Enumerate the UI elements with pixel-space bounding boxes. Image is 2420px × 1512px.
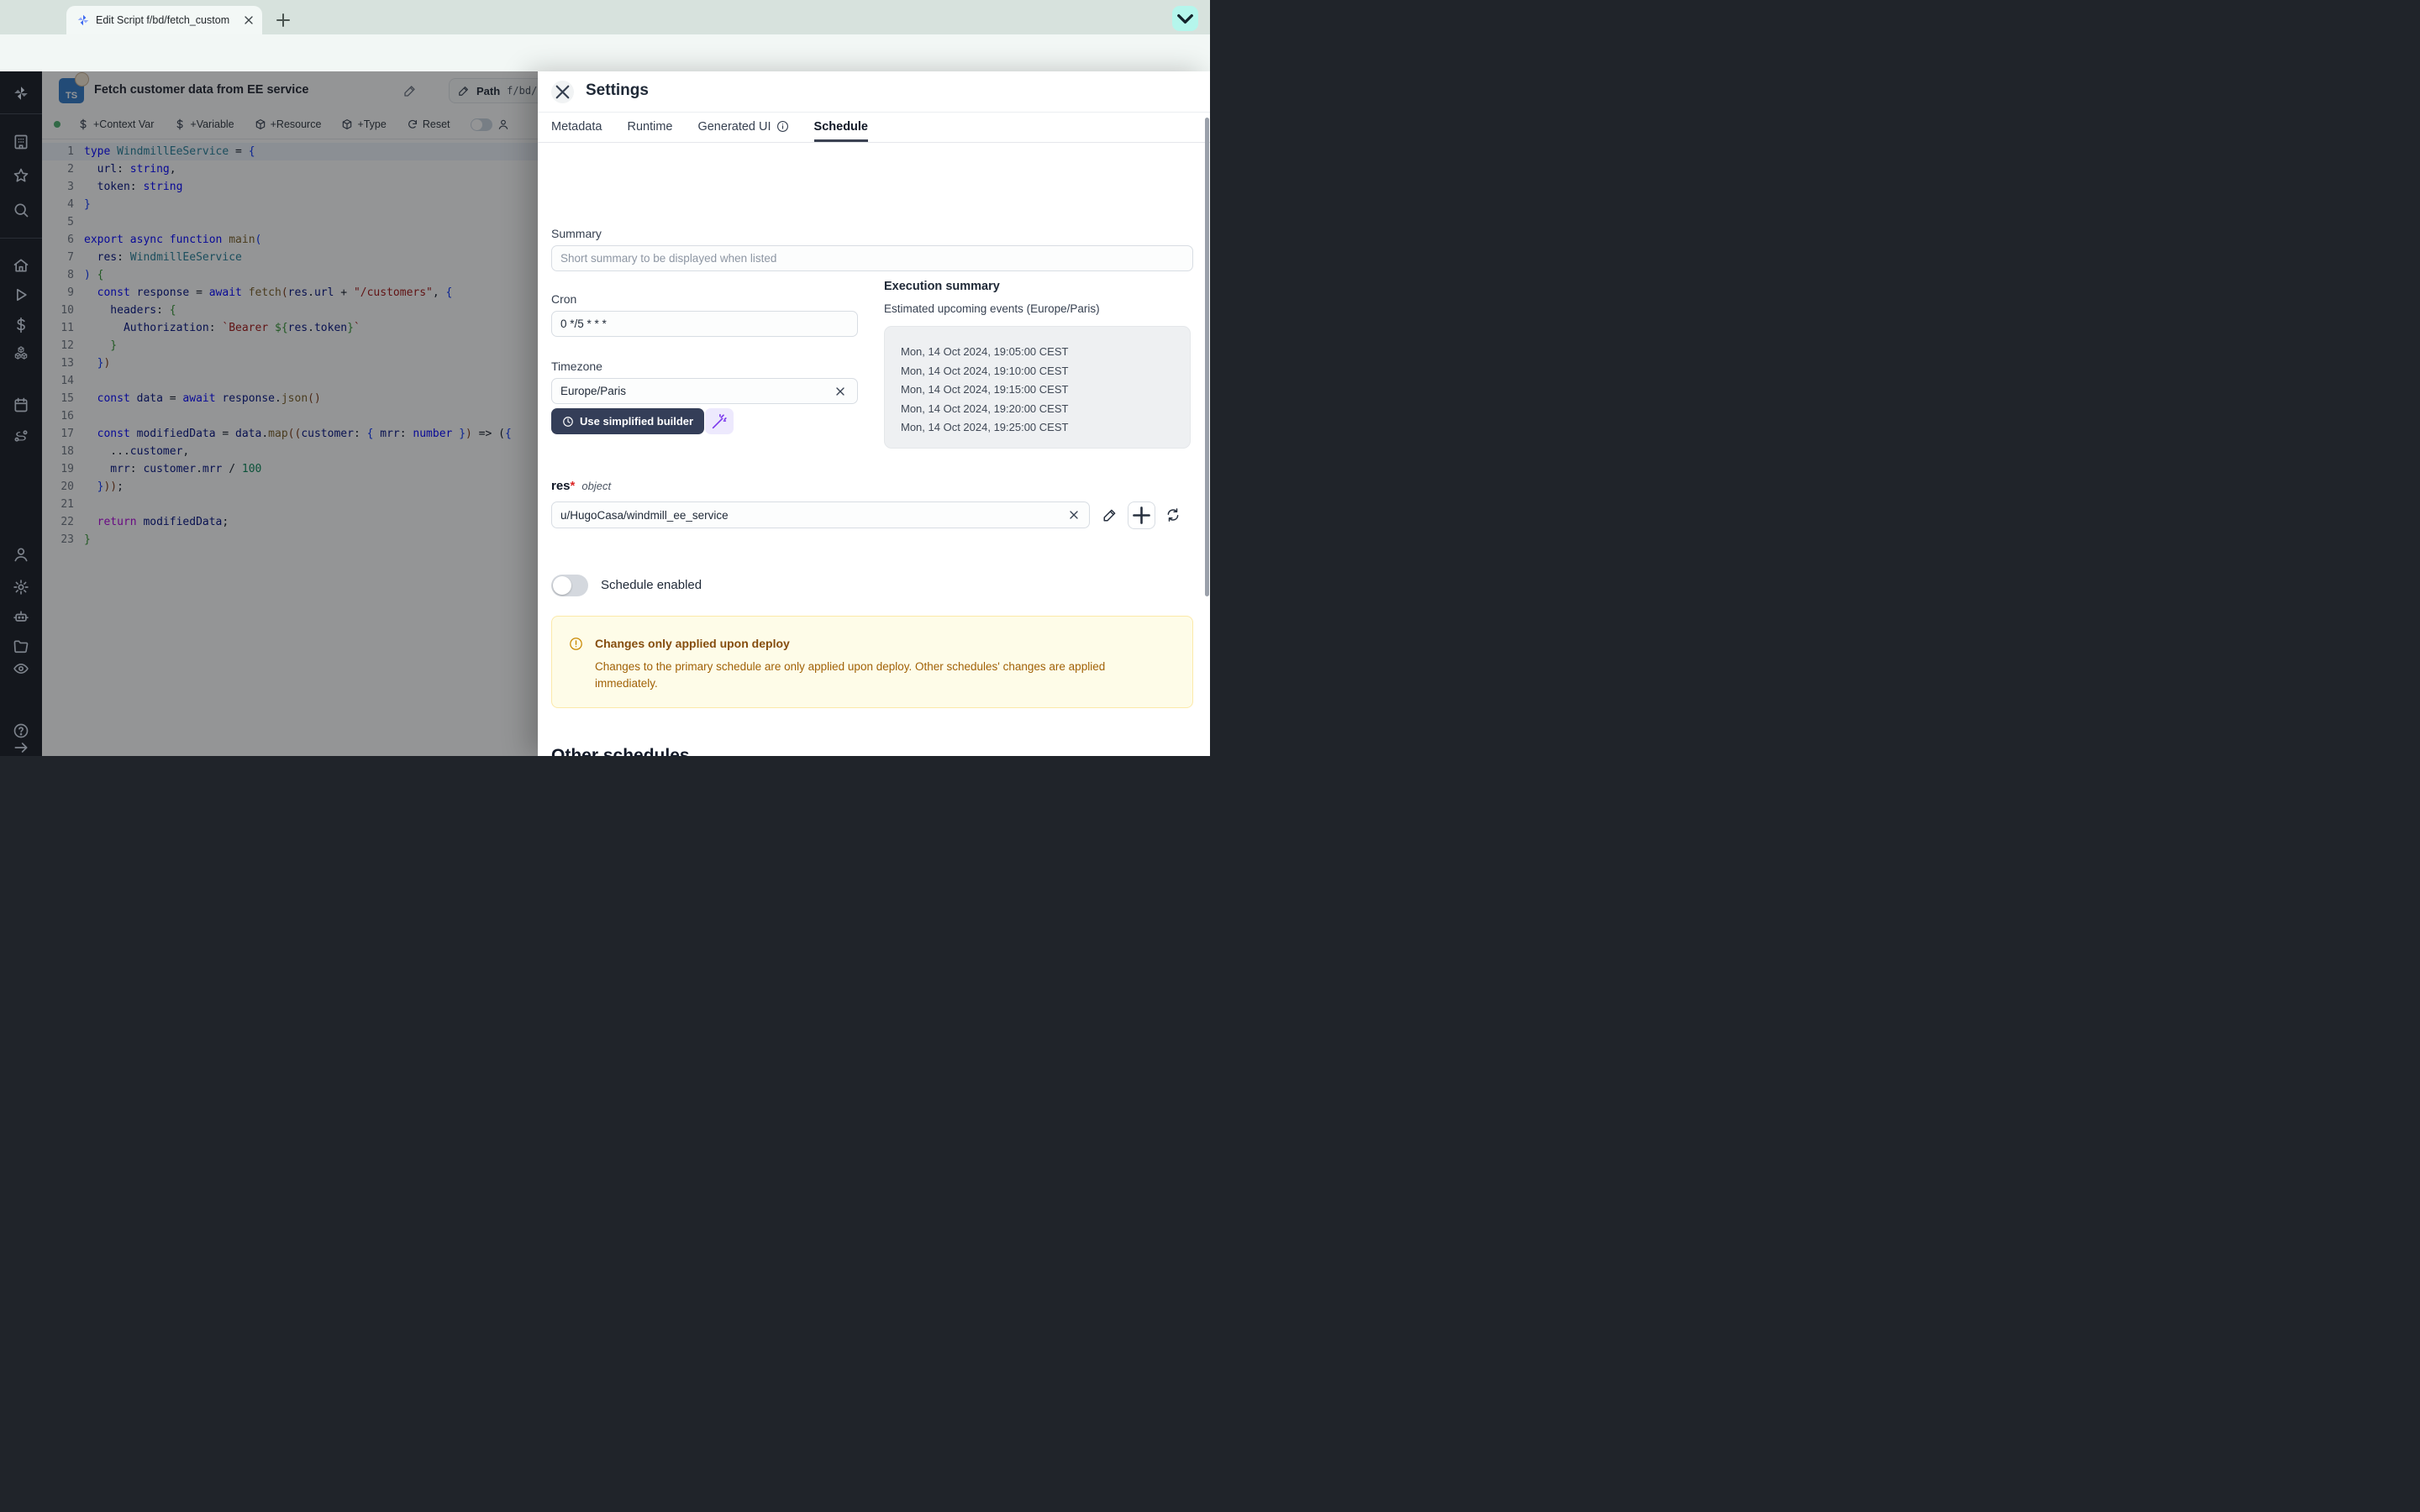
screen: Edit Script f/bd/fetch_custom app.windmi… <box>0 0 1210 756</box>
tab-label: Metadata <box>551 120 602 134</box>
plus-icon <box>1128 502 1155 528</box>
alert-circle-icon <box>569 637 583 651</box>
use-simplified-builder-button[interactable]: Use simplified builder <box>551 408 704 434</box>
upcoming-event: Mon, 14 Oct 2024, 19:10:00 CEST <box>901 362 1178 381</box>
add-resource-button[interactable] <box>1128 501 1155 529</box>
timezone-label: Timezone <box>551 360 602 373</box>
drawer-scrollbar[interactable] <box>1205 118 1209 596</box>
sidebar-folder-icon[interactable] <box>0 638 42 655</box>
settings-tabs: Metadata Runtime Generated UI Schedule <box>538 112 1210 143</box>
sidebar-calendar-icon[interactable] <box>0 396 42 413</box>
execution-summary-title: Execution summary <box>884 280 1000 293</box>
tab-label: Runtime <box>627 120 672 134</box>
deploy-warning-box: Changes only applied upon deploy Changes… <box>551 616 1193 708</box>
res-clear-icon[interactable] <box>1067 508 1081 522</box>
sidebar-eye-icon[interactable] <box>0 660 42 677</box>
chevron-down-icon <box>1172 6 1198 32</box>
warning-title: Changes only applied upon deploy <box>595 637 790 650</box>
tab-label: Generated UI <box>697 120 771 134</box>
edit-resource-pencil-icon[interactable] <box>1102 507 1118 522</box>
upcoming-event: Mon, 14 Oct 2024, 19:20:00 CEST <box>901 400 1178 419</box>
sidebar-divider <box>0 113 42 114</box>
clock-icon <box>562 416 574 428</box>
upcoming-event: Mon, 14 Oct 2024, 19:05:00 CEST <box>901 343 1178 362</box>
sidebar-search-icon[interactable] <box>0 202 42 218</box>
app-page: TS Fetch customer data from EE service P… <box>0 71 1210 756</box>
required-asterisk: * <box>571 479 576 493</box>
sidebar-divider <box>0 238 42 239</box>
tab-search-chevron-button[interactable] <box>1172 6 1198 31</box>
tab-close-icon[interactable] <box>242 13 255 27</box>
sidebar-star-icon[interactable] <box>0 167 42 184</box>
schedule-tab-panel: Summary Cron Timezone Use simplified bui… <box>538 143 1210 756</box>
timezone-input[interactable] <box>551 378 858 404</box>
sidebar-building-icon[interactable] <box>0 134 42 150</box>
sidebar-route-icon[interactable] <box>0 428 42 444</box>
warning-body: Changes to the primary schedule are only… <box>595 659 1166 692</box>
settings-drawer: Settings Metadata Runtime Generated UI Sche… <box>538 71 1210 756</box>
tab-label: Schedule <box>814 120 868 134</box>
windmill-favicon-icon <box>76 13 90 27</box>
drawer-title: Settings <box>586 81 649 100</box>
sidebar-help-icon[interactable] <box>0 722 42 739</box>
res-type: object <box>581 480 611 492</box>
browser-tab[interactable]: Edit Script f/bd/fetch_custom <box>66 6 262 34</box>
schedule-enabled-toggle[interactable] <box>551 575 588 596</box>
browser-toolbar: app.windmill.dev/scripts/edit/f/bd/fetch… <box>0 34 1210 71</box>
res-name: res <box>551 479 571 493</box>
modal-dim-overlay[interactable] <box>42 71 538 756</box>
summary-input[interactable] <box>551 245 1193 271</box>
drawer-header: Settings <box>538 71 1210 113</box>
res-resource-input[interactable] <box>551 501 1090 528</box>
execution-summary-subtitle: Estimated upcoming events (Europe/Paris) <box>884 302 1100 315</box>
upcoming-event: Mon, 14 Oct 2024, 19:15:00 CEST <box>901 381 1178 400</box>
magic-wand-icon <box>710 412 729 431</box>
builder-button-label: Use simplified builder <box>580 415 693 428</box>
upcoming-events-box: Mon, 14 Oct 2024, 19:05:00 CESTMon, 14 O… <box>884 326 1191 449</box>
app-sidebar <box>0 71 42 756</box>
browser-tabstrip: Edit Script f/bd/fetch_custom <box>0 0 1210 34</box>
new-tab-button[interactable] <box>273 10 293 30</box>
ai-wand-button[interactable] <box>705 408 734 434</box>
sidebar-cubes-icon[interactable] <box>0 344 42 361</box>
tab-runtime[interactable]: Runtime <box>627 112 672 142</box>
info-icon <box>776 120 789 133</box>
close-button[interactable] <box>551 81 574 103</box>
sidebar-gear-icon[interactable] <box>0 579 42 596</box>
timezone-clear-icon[interactable] <box>834 385 847 398</box>
tab-generated-ui[interactable]: Generated UI <box>697 112 788 142</box>
sidebar-robot-icon[interactable] <box>0 608 42 625</box>
cron-label: Cron <box>551 292 576 306</box>
other-schedules-heading: Other schedules <box>551 746 690 756</box>
sidebar-home-icon[interactable] <box>0 257 42 274</box>
tab-title: Edit Script f/bd/fetch_custom <box>96 14 237 26</box>
sidebar-collapse-icon[interactable] <box>0 739 42 756</box>
cron-input[interactable] <box>551 311 858 337</box>
refresh-resource-icon[interactable] <box>1165 507 1181 522</box>
upcoming-event: Mon, 14 Oct 2024, 19:25:00 CEST <box>901 418 1178 438</box>
sidebar-windmill-logo-icon[interactable] <box>0 85 42 102</box>
close-icon <box>551 81 574 103</box>
tab-schedule[interactable]: Schedule <box>814 112 868 142</box>
summary-label: Summary <box>551 227 602 240</box>
schedule-enabled-label: Schedule enabled <box>601 578 702 592</box>
sidebar-play-icon[interactable] <box>0 286 42 303</box>
tab-metadata[interactable]: Metadata <box>551 112 602 142</box>
sidebar-user-icon[interactable] <box>0 546 42 563</box>
res-field-label: res* object <box>551 479 611 493</box>
sidebar-dollar-icon[interactable] <box>0 317 42 333</box>
